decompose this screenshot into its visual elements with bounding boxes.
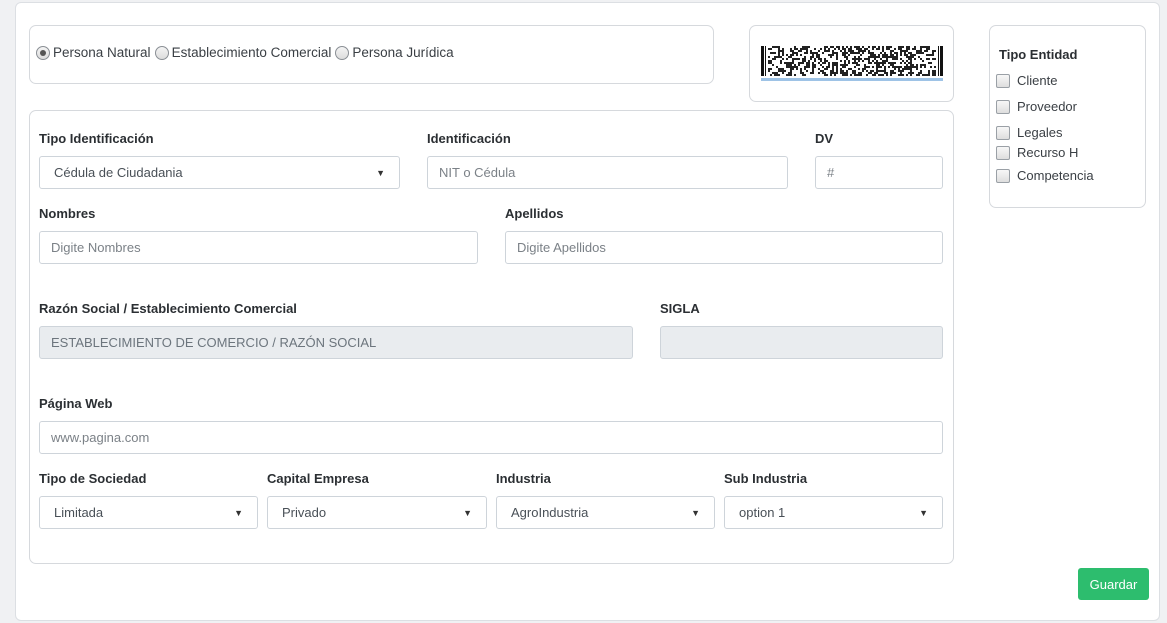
caret-down-icon: ▼ — [463, 507, 472, 518]
tipo-entidad-title: Tipo Entidad — [999, 47, 1078, 62]
checkbox-label: Cliente — [1017, 73, 1058, 88]
identificacion-label: Identificación — [427, 131, 511, 146]
radio-button-selected[interactable] — [36, 45, 50, 60]
person-type-card: Persona Natural Establecimiento Comercia… — [29, 25, 714, 84]
checkbox-label: Proveedor — [1017, 99, 1077, 114]
caret-down-icon: ▼ — [376, 167, 385, 178]
radio-persona-juridica[interactable]: Persona Jurídica — [335, 45, 454, 60]
select-value: Cédula de Ciudadania — [54, 165, 183, 180]
checkbox[interactable] — [996, 145, 1010, 160]
caret-down-icon: ▼ — [691, 507, 700, 518]
placeholder-text: www.pagina.com — [51, 430, 150, 445]
radio-label: Persona Natural — [53, 45, 151, 60]
checkbox-recurso-h[interactable]: Recurso H — [996, 145, 1078, 160]
industria-label: Industria — [496, 471, 551, 486]
checkbox[interactable] — [996, 125, 1010, 140]
checkbox-competencia[interactable]: Competencia — [996, 168, 1094, 183]
radio-label: Persona Jurídica — [352, 45, 454, 60]
placeholder-text: # — [827, 165, 835, 180]
checkbox-cliente[interactable]: Cliente — [996, 73, 1057, 88]
radio-persona-natural[interactable]: Persona Natural — [36, 45, 151, 60]
select-value: option 1 — [739, 505, 786, 520]
select-value: Limitada — [54, 505, 104, 520]
tipo-identificacion-select[interactable]: Cédula de Ciudadania ▼ — [39, 156, 400, 189]
apellidos-input[interactable]: Digite Apellidos — [505, 231, 943, 264]
sub-industria-label: Sub Industria — [724, 471, 808, 486]
checkbox-legales[interactable]: Legales — [996, 125, 1063, 140]
checkbox-label: Recurso H — [1017, 145, 1079, 160]
placeholder-text: ESTABLECIMIENTO DE COMERCIO / RAZÓN SOCI… — [51, 335, 377, 350]
radio-button[interactable] — [154, 45, 169, 60]
checkbox-proveedor[interactable]: Proveedor — [996, 99, 1077, 114]
dv-input[interactable]: # — [815, 156, 943, 189]
nombres-input[interactable]: Digite Nombres — [39, 231, 478, 264]
apellidos-label: Apellidos — [505, 206, 564, 221]
select-value: AgroIndustria — [511, 505, 589, 520]
radio-label: Establecimiento Comercial — [171, 45, 332, 60]
checkbox-label: Legales — [1017, 125, 1063, 140]
person-type-radio-group: Persona Natural Establecimiento Comercia… — [36, 45, 458, 60]
tipo-sociedad-select[interactable]: Limitada ▼ — [39, 496, 258, 529]
dv-label: DV — [815, 131, 834, 146]
pagina-web-label: Página Web — [39, 396, 113, 411]
select-value: Privado — [282, 505, 327, 520]
razon-social-input[interactable]: ESTABLECIMIENTO DE COMERCIO / RAZÓN SOCI… — [39, 326, 633, 359]
tipo-entidad-card: Tipo Entidad Cliente Proveedor Legales R… — [989, 25, 1146, 208]
barcode-image — [759, 44, 944, 83]
checkbox[interactable] — [996, 73, 1010, 88]
capital-empresa-select[interactable]: Privado ▼ — [267, 496, 487, 529]
sigla-input[interactable] — [660, 326, 943, 359]
checkbox[interactable] — [996, 168, 1010, 183]
tipo-sociedad-label: Tipo de Sociedad — [39, 471, 147, 486]
identificacion-input[interactable]: NIT o Cédula — [427, 156, 788, 189]
placeholder-text: Digite Apellidos — [517, 240, 606, 255]
placeholder-text: Digite Nombres — [51, 240, 141, 255]
radio-button[interactable] — [335, 45, 350, 60]
capital-empresa-label: Capital Empresa — [267, 471, 369, 486]
radio-establecimiento-comercial[interactable]: Establecimiento Comercial — [154, 45, 332, 60]
checkbox[interactable] — [996, 99, 1010, 114]
barcode-card — [749, 25, 954, 102]
checkbox-label: Competencia — [1017, 168, 1094, 183]
caret-down-icon: ▼ — [919, 507, 928, 518]
industria-select[interactable]: AgroIndustria ▼ — [496, 496, 715, 529]
pagina-web-input[interactable]: www.pagina.com — [39, 421, 943, 454]
sub-industria-select[interactable]: option 1 ▼ — [724, 496, 943, 529]
sigla-label: SIGLA — [660, 301, 700, 316]
nombres-label: Nombres — [39, 206, 96, 221]
radio-dot-icon — [40, 49, 46, 56]
razon-social-label: Razón Social / Establecimiento Comercial — [39, 301, 297, 316]
placeholder-text: NIT o Cédula — [439, 165, 516, 180]
caret-down-icon: ▼ — [234, 507, 243, 518]
tipo-identificacion-label: Tipo Identificación — [39, 131, 154, 146]
save-button[interactable]: Guardar — [1078, 568, 1149, 600]
